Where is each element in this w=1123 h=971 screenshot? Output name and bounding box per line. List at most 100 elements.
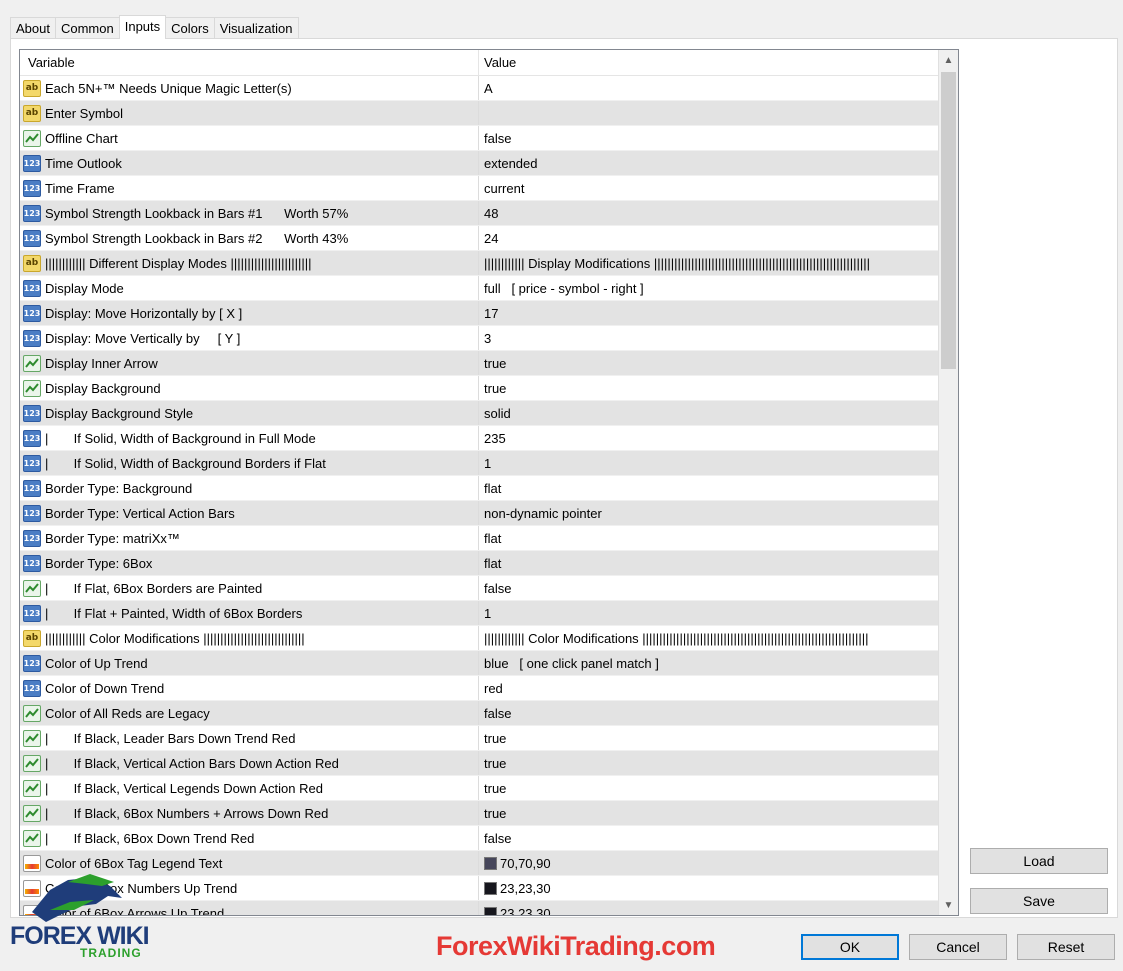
table-row[interactable]: 123 Border Type: 6Box flat <box>20 551 938 576</box>
cancel-button[interactable]: Cancel <box>909 934 1007 960</box>
variable-cell: 123 Display: Move Horizontally by [ X ] <box>20 301 479 325</box>
value-cell[interactable]: |||||||||||| Color Modifications |||||||… <box>479 626 938 650</box>
value-cell[interactable]: current <box>479 176 938 200</box>
variable-name: | If Solid, Width of Background Borders … <box>45 455 326 471</box>
table-row[interactable]: 123 Display: Move Vertically by [ Y ] 3 <box>20 326 938 351</box>
table-row[interactable]: Color of All Reds are Legacy false <box>20 701 938 726</box>
table-row[interactable]: 123 Display Background Style solid <box>20 401 938 426</box>
value-text: 235 <box>484 430 506 446</box>
value-cell[interactable]: 1 <box>479 451 938 475</box>
table-row[interactable]: | If Flat, 6Box Borders are Painted false <box>20 576 938 601</box>
scroll-thumb[interactable] <box>941 72 956 369</box>
table-row[interactable]: 123 Color of Up Trend blue [ one click pan… <box>20 651 938 676</box>
table-row[interactable]: 123 Color of Down Trend red <box>20 676 938 701</box>
value-cell[interactable]: extended <box>479 151 938 175</box>
table-row[interactable]: | If Black, Leader Bars Down Trend Red tr… <box>20 726 938 751</box>
value-cell[interactable]: true <box>479 776 938 800</box>
color-swatch <box>484 856 497 870</box>
value-cell[interactable]: true <box>479 351 938 375</box>
table-row[interactable]: | If Black, Vertical Legends Down Action… <box>20 776 938 801</box>
numeric-type-icon: 123 <box>23 454 41 472</box>
tab-colors[interactable]: Colors <box>165 17 215 39</box>
value-cell[interactable]: true <box>479 726 938 750</box>
value-cell[interactable]: red <box>479 676 938 700</box>
reset-button[interactable]: Reset <box>1017 934 1115 960</box>
value-cell[interactable]: 3 <box>479 326 938 350</box>
variable-cell: 123 | If Solid, Width of Background in Fu… <box>20 426 479 450</box>
value-cell[interactable]: flat <box>479 551 938 575</box>
value-cell[interactable]: full [ price - symbol - right ] <box>479 276 938 300</box>
value-cell[interactable]: 17 <box>479 301 938 325</box>
tab-about[interactable]: About <box>10 17 56 39</box>
tab-inputs[interactable]: Inputs <box>118 15 167 39</box>
value-text: flat <box>484 480 502 496</box>
value-cell[interactable]: false <box>479 576 938 600</box>
scroll-down-icon[interactable]: ▼ <box>939 895 958 915</box>
table-row[interactable]: 123 | If Solid, Width of Background Borde… <box>20 451 938 476</box>
table-row[interactable]: | If Black, 6Box Down Trend Red false <box>20 826 938 851</box>
value-cell[interactable]: A <box>479 76 938 100</box>
variable-cell: Display Background <box>20 376 479 400</box>
numeric-type-icon: 123 <box>23 154 41 172</box>
table-row[interactable]: | If Black, 6Box Numbers + Arrows Down R… <box>20 801 938 826</box>
value-cell[interactable]: non-dynamic pointer <box>479 501 938 525</box>
value-cell[interactable]: true <box>479 751 938 775</box>
value-cell[interactable]: 70,70,90 <box>479 851 938 875</box>
load-button[interactable]: Load <box>970 848 1108 874</box>
table-row[interactable]: Display Inner Arrow true <box>20 351 938 376</box>
tab-common[interactable]: Common <box>54 17 120 39</box>
boolean-type-icon <box>23 354 41 372</box>
value-cell[interactable]: 48 <box>479 201 938 225</box>
value-cell[interactable]: blue [ one click panel match ] <box>479 651 938 675</box>
value-cell[interactable]: 235 <box>479 426 938 450</box>
table-row[interactable]: 123 | If Flat + Painted, Width of 6Box Bo… <box>20 601 938 626</box>
table-row[interactable]: 123 | If Solid, Width of Background in Fu… <box>20 426 938 451</box>
variable-cell: 123 Time Frame <box>20 176 479 200</box>
table-row[interactable]: 123 Border Type: Vertical Action Bars non-… <box>20 501 938 526</box>
table-row[interactable]: | If Black, Vertical Action Bars Down Ac… <box>20 751 938 776</box>
vertical-scrollbar[interactable]: ▲ ▼ <box>938 50 958 915</box>
value-cell[interactable]: true <box>479 376 938 400</box>
value-cell[interactable]: 23,23,30 <box>479 876 938 900</box>
value-cell[interactable]: 1 <box>479 601 938 625</box>
table-row[interactable]: ab Each 5N+™ Needs Unique Magic Letter(s)… <box>20 76 938 101</box>
value-cell[interactable]: solid <box>479 401 938 425</box>
table-row[interactable]: 123 Display: Move Horizontally by [ X ] 17 <box>20 301 938 326</box>
table-row[interactable]: 123 Border Type: Background flat <box>20 476 938 501</box>
ok-button[interactable]: OK <box>801 934 899 960</box>
table-row[interactable]: 123 Display Mode full [ price - symbol - r… <box>20 276 938 301</box>
table-row[interactable]: 123 Time Frame current <box>20 176 938 201</box>
boolean-type-icon <box>23 779 41 797</box>
value-cell[interactable]: false <box>479 126 938 150</box>
table-row[interactable]: ab |||||||||||| Different Display Modes |… <box>20 251 938 276</box>
value-cell[interactable] <box>479 101 938 125</box>
table-row[interactable]: 123 Border Type: matriXx™ flat <box>20 526 938 551</box>
value-text: false <box>484 580 512 596</box>
grid-rows: ab Each 5N+™ Needs Unique Magic Letter(s)… <box>20 76 938 915</box>
table-row[interactable]: ab Enter Symbol <box>20 101 938 126</box>
value-cell[interactable]: 24 <box>479 226 938 250</box>
save-button[interactable]: Save <box>970 888 1108 914</box>
variable-name: |||||||||||| Color Modifications |||||||… <box>45 630 305 646</box>
value-cell[interactable]: flat <box>479 526 938 550</box>
table-row[interactable]: Offline Chart false <box>20 126 938 151</box>
column-header-value[interactable]: Value <box>479 50 938 75</box>
value-cell[interactable]: false <box>479 701 938 725</box>
value-cell[interactable]: |||||||||||| Display Modifications |||||… <box>479 251 938 275</box>
value-cell[interactable]: false <box>479 826 938 850</box>
variable-cell: | If Black, Vertical Legends Down Action… <box>20 776 479 800</box>
numeric-type-icon: 123 <box>23 179 41 197</box>
table-row[interactable]: 123 Symbol Strength Lookback in Bars #2 W… <box>20 226 938 251</box>
table-row[interactable]: ab |||||||||||| Color Modifications |||||… <box>20 626 938 651</box>
tab-visualization[interactable]: Visualization <box>213 17 299 39</box>
table-row[interactable]: Display Background true <box>20 376 938 401</box>
value-cell[interactable]: true <box>479 801 938 825</box>
boolean-type-icon <box>23 129 41 147</box>
column-header-variable[interactable]: Variable <box>20 50 479 75</box>
table-row[interactable]: 123 Symbol Strength Lookback in Bars #1 W… <box>20 201 938 226</box>
table-row[interactable]: 123 Time Outlook extended <box>20 151 938 176</box>
scroll-up-icon[interactable]: ▲ <box>939 50 958 70</box>
value-cell[interactable]: flat <box>479 476 938 500</box>
value-cell[interactable]: 23,23,30 <box>479 901 938 915</box>
variable-cell: 123 Display Mode <box>20 276 479 300</box>
